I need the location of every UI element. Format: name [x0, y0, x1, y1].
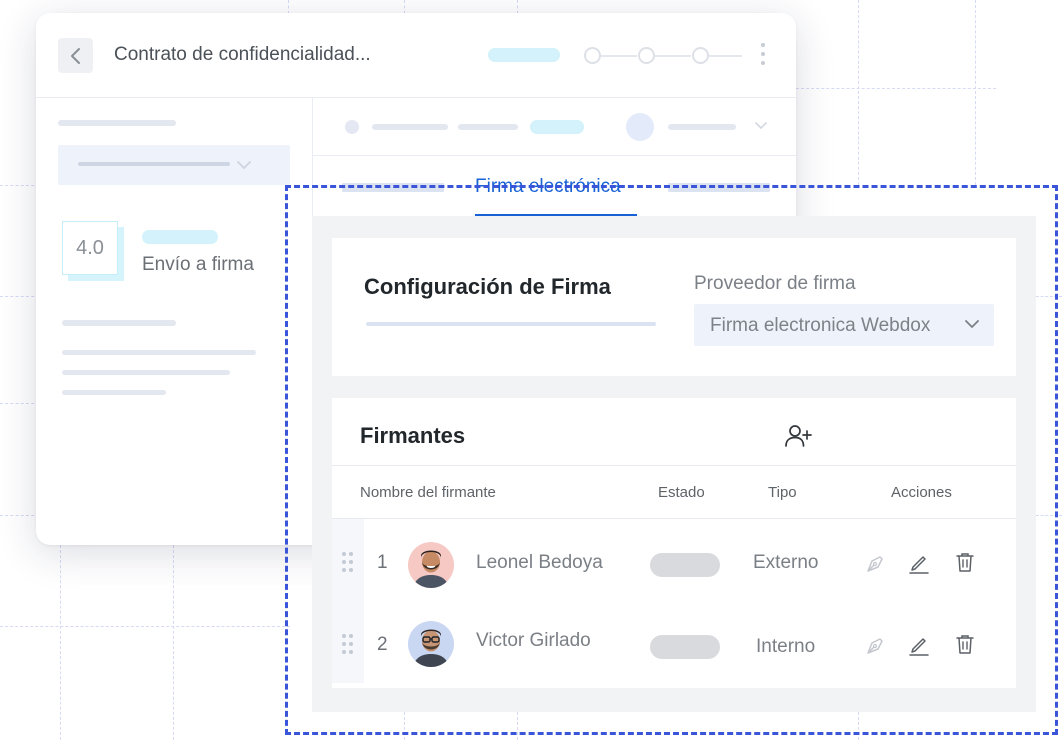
signer-name: Victor Girlado — [476, 630, 591, 651]
column-header-status: Estado — [658, 484, 705, 501]
step-dot — [584, 47, 601, 64]
grid-line — [975, 0, 976, 185]
step-dot — [692, 47, 709, 64]
kebab-icon[interactable] — [760, 43, 766, 67]
chevron-down-icon[interactable] — [754, 121, 768, 131]
window-header: Contrato de confidencialidad... — [36, 13, 796, 98]
grid-line — [404, 712, 405, 740]
grid-line — [858, 712, 859, 740]
table-row: 2 Victor Girlado Interno — [332, 601, 1016, 683]
signer-type: Externo — [753, 552, 819, 573]
config-title: Configuración de Firma — [364, 274, 611, 299]
sidebar: 4.0 Envío a firma — [36, 98, 313, 545]
tab-bar: Firma electrónica — [313, 156, 796, 218]
status-badge — [650, 553, 720, 577]
chevron-down-icon — [237, 161, 251, 170]
grid-line — [1036, 296, 1062, 297]
skeleton-line — [62, 370, 230, 375]
content-toolbar — [313, 98, 796, 156]
tab-firma-electronica[interactable]: Firma electrónica — [475, 176, 621, 198]
status-skeleton — [142, 230, 218, 244]
grid-line — [858, 0, 859, 185]
tab-skeleton[interactable] — [342, 183, 444, 192]
row-number: 1 — [377, 552, 388, 573]
grid-line — [404, 0, 405, 14]
signature-panel: Configuración de Firma Proveedor de firm… — [312, 216, 1036, 712]
provider-label: Proveedor de firma — [694, 273, 856, 294]
skeleton-line — [62, 350, 256, 355]
skeleton-line — [58, 120, 176, 126]
skeleton-line — [62, 320, 176, 326]
grid-line — [517, 712, 518, 740]
version-badge: 4.0 — [62, 221, 118, 275]
sidebar-select[interactable] — [58, 145, 290, 185]
chevron-left-icon — [70, 47, 80, 64]
column-header-actions: Acciones — [891, 484, 952, 501]
tab-skeleton[interactable] — [668, 183, 770, 192]
status-badge — [650, 635, 720, 659]
grid-line — [796, 88, 996, 89]
trash-icon[interactable] — [954, 633, 976, 655]
config-underline — [366, 322, 656, 326]
trash-icon[interactable] — [954, 551, 976, 573]
step-dot — [638, 47, 655, 64]
grid-line — [517, 0, 518, 14]
pencil-icon[interactable] — [908, 634, 930, 656]
avatar — [408, 542, 454, 588]
add-user-icon[interactable] — [784, 422, 812, 450]
signers-card: Firmantes Nombre del firmante Estado Tip… — [332, 398, 1016, 688]
grid-line — [60, 545, 61, 740]
signature-config-card: Configuración de Firma Proveedor de firm… — [332, 238, 1016, 376]
sidebar-step-label: Envío a firma — [142, 254, 254, 275]
status-skeleton — [488, 48, 560, 62]
drag-handle-icon[interactable] — [342, 552, 354, 574]
avatar — [408, 621, 454, 667]
pencil-icon[interactable] — [908, 552, 930, 574]
grid-line — [173, 545, 174, 740]
chevron-down-icon — [965, 320, 979, 328]
pen-nib-icon[interactable] — [864, 553, 886, 575]
signer-name: Leonel Bedoya — [476, 552, 603, 573]
column-header-type: Tipo — [768, 484, 797, 501]
progress-steps — [584, 47, 742, 64]
column-header-name: Nombre del firmante — [360, 484, 496, 501]
grid-line — [1036, 515, 1062, 516]
table-row: 1 Leonel Bedoya Externo — [332, 519, 1016, 601]
pen-nib-icon[interactable] — [864, 635, 886, 657]
drag-handle-icon[interactable] — [342, 634, 354, 656]
document-title: Contrato de confidencialidad... — [114, 44, 371, 65]
provider-select[interactable]: Firma electronica Webdox — [694, 304, 994, 346]
signers-title: Firmantes — [360, 423, 466, 448]
grid-line — [0, 626, 290, 627]
back-button[interactable] — [58, 38, 93, 73]
grid-line — [288, 0, 289, 14]
signer-type: Interno — [756, 636, 816, 657]
skeleton-line — [62, 390, 166, 395]
provider-value: Firma electronica Webdox — [710, 315, 931, 336]
row-number: 2 — [377, 634, 388, 655]
avatar[interactable] — [626, 113, 654, 141]
